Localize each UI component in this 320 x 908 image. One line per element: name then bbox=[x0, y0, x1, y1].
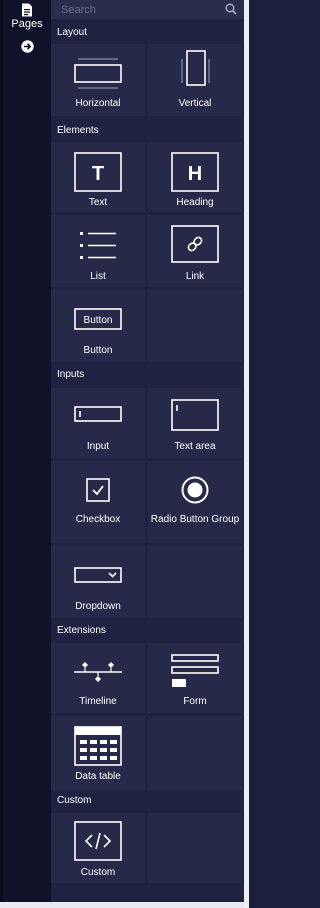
collapse-button[interactable] bbox=[3, 40, 51, 53]
dropdown-icon bbox=[51, 567, 145, 583]
tile-label: Input bbox=[86, 441, 110, 452]
tile-textarea[interactable]: Text area bbox=[148, 388, 242, 458]
tile-radio-button-group[interactable]: Radio Button Group bbox=[148, 461, 242, 543]
text-icon-glyph: T bbox=[92, 163, 104, 185]
tile-list[interactable]: List bbox=[51, 215, 145, 287]
search-icon[interactable] bbox=[225, 3, 237, 15]
tile-label: List bbox=[90, 271, 106, 282]
tile-checkbox[interactable]: Checkbox bbox=[51, 461, 145, 543]
components-panel: Layout Horizontal Vertical Elements bbox=[51, 0, 244, 908]
tile-label: Radio Button Group bbox=[150, 514, 240, 525]
tile-label: Form bbox=[183, 696, 207, 707]
scrollbar[interactable] bbox=[244, 0, 249, 908]
tile-button[interactable]: Button Button bbox=[51, 290, 145, 362]
tile-label: Text area bbox=[174, 441, 216, 452]
tile-label: Data table bbox=[75, 771, 121, 782]
section-inputs: Inputs bbox=[51, 366, 244, 386]
tile-heading[interactable]: H Heading bbox=[148, 142, 242, 212]
tile-form[interactable]: Form bbox=[148, 643, 242, 713]
tile-custom[interactable]: Custom bbox=[51, 813, 145, 883]
checkbox-icon bbox=[51, 478, 145, 502]
tile-text[interactable]: T Text bbox=[51, 142, 145, 212]
empty-tile bbox=[148, 813, 242, 883]
section-elements: Elements bbox=[51, 122, 244, 142]
section-title: Extensions bbox=[57, 625, 106, 636]
code-icon bbox=[51, 821, 145, 861]
button-preview-text: Button bbox=[84, 315, 113, 326]
tile-label: Checkbox bbox=[75, 514, 121, 525]
tile-label: Text bbox=[88, 197, 108, 208]
tile-label: Button bbox=[83, 345, 113, 356]
empty-tile bbox=[148, 290, 242, 362]
input-field-icon bbox=[51, 406, 145, 422]
tile-timeline[interactable]: Timeline bbox=[51, 643, 145, 713]
tile-label: Heading bbox=[176, 197, 214, 208]
form-icon bbox=[148, 654, 242, 688]
link-icon bbox=[148, 225, 242, 263]
section-layout: Layout bbox=[51, 24, 244, 44]
section-custom: Custom bbox=[51, 792, 244, 812]
tile-label: Link bbox=[185, 271, 205, 282]
tile-vertical[interactable]: Vertical bbox=[148, 44, 242, 116]
section-title: Inputs bbox=[57, 369, 85, 380]
data-table-icon bbox=[51, 726, 145, 766]
pages-button[interactable]: Pages bbox=[3, 3, 51, 30]
horizontal-layout-icon bbox=[51, 58, 145, 90]
document-icon bbox=[22, 3, 32, 17]
pages-label: Pages bbox=[11, 18, 43, 30]
tile-dropdown[interactable]: Dropdown bbox=[51, 546, 145, 618]
button-preview-icon: Button bbox=[51, 308, 145, 330]
tile-label: Dropdown bbox=[75, 601, 121, 612]
empty-tile bbox=[148, 716, 242, 790]
heading-icon-glyph: H bbox=[188, 163, 202, 185]
tile-label: Timeline bbox=[79, 696, 117, 707]
search-bar bbox=[51, 0, 244, 19]
textarea-icon bbox=[148, 399, 242, 431]
tile-data-table[interactable]: Data table bbox=[51, 716, 145, 790]
arrow-circle-right-icon bbox=[20, 40, 34, 53]
window-bottom-edge bbox=[0, 902, 244, 908]
tile-horizontal[interactable]: Horizontal bbox=[51, 44, 145, 116]
radio-button-icon bbox=[148, 476, 242, 504]
vertical-layout-icon bbox=[148, 49, 242, 89]
timeline-icon bbox=[51, 660, 145, 686]
empty-tile bbox=[148, 546, 242, 618]
left-rail: Pages bbox=[3, 0, 51, 908]
search-input[interactable] bbox=[51, 0, 216, 19]
tile-input[interactable]: Input bbox=[51, 388, 145, 458]
section-extensions: Extensions bbox=[51, 622, 244, 642]
section-title: Elements bbox=[57, 125, 99, 136]
section-title: Layout bbox=[57, 27, 88, 38]
tile-link[interactable]: Link bbox=[148, 215, 242, 287]
section-title: Custom bbox=[57, 795, 92, 806]
heading-icon: H bbox=[148, 152, 242, 192]
list-icon bbox=[51, 231, 145, 261]
tile-label: Vertical bbox=[178, 98, 212, 109]
tile-label: Custom bbox=[80, 867, 116, 878]
tile-label: Horizontal bbox=[75, 98, 121, 109]
text-icon: T bbox=[51, 152, 145, 192]
